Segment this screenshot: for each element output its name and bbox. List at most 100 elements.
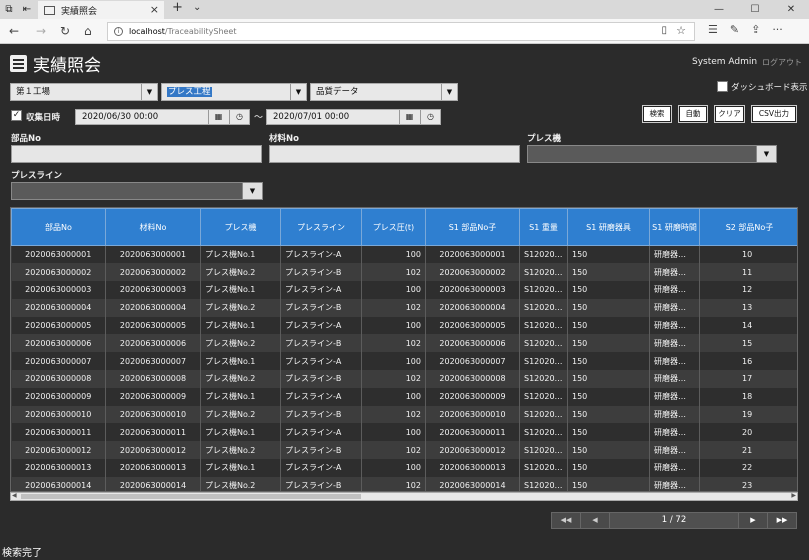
forward-icon[interactable]: → [36, 24, 46, 38]
table-cell: 150 [567, 370, 650, 388]
table-cell: 2020063000010 [11, 405, 106, 424]
chevron-down-icon[interactable]: ⌄ [193, 2, 201, 13]
url-input[interactable]: i localhost/TraceabilitySheet ▯ ☆ [107, 22, 695, 41]
table-row[interactable]: 2020063000001 2020063000001 プレス機No.1 プレスライン… [11, 245, 797, 264]
share-icon[interactable]: ⇪ [751, 23, 760, 36]
table-cell: 研磨器… [649, 334, 700, 353]
column-header[interactable]: 部品No [11, 208, 106, 246]
scroll-left-icon[interactable]: ◀ [12, 492, 17, 499]
more-icon[interactable]: ··· [772, 23, 783, 36]
table-cell: プレスライン-B [280, 263, 362, 282]
horizontal-scrollbar[interactable]: ◀ ▶ [10, 492, 798, 501]
calendar-icon[interactable]: ▦ [399, 110, 419, 124]
column-header[interactable]: S2 部品No子 [699, 208, 797, 246]
table-cell: 19 [699, 405, 797, 424]
table-cell: 150 [567, 459, 650, 477]
table-cell: プレス機No.2 [200, 405, 281, 424]
table-cell: 2020063000008 [425, 370, 520, 388]
column-header[interactable]: S1 研磨時間 [649, 208, 700, 246]
table-cell: プレス機No.2 [200, 476, 281, 491]
table-row[interactable]: 2020063000005 2020063000005 プレス機No.1 プレスライン… [11, 316, 797, 335]
maximize-icon[interactable]: ☐ [737, 0, 773, 19]
column-header[interactable]: プレスライン [280, 208, 362, 246]
process-select[interactable]: プレス工程 ▼ [161, 83, 307, 101]
table-row[interactable]: 2020063000002 2020063000002 プレス機No.2 プレスライン… [11, 263, 797, 282]
first-page-icon[interactable]: ◀◀ [552, 513, 581, 528]
table-cell: 研磨器… [649, 352, 700, 371]
close-tab-icon[interactable]: × [150, 3, 159, 16]
table-row[interactable]: 2020063000003 2020063000003 プレス機No.1 プレスライン… [11, 281, 797, 299]
table-row[interactable]: 2020063000009 2020063000009 プレス機No.1 プレスライン… [11, 387, 797, 406]
back-icon[interactable]: ← [9, 24, 19, 38]
refresh-icon[interactable]: ↻ [60, 24, 70, 38]
part-no-input[interactable] [11, 145, 262, 163]
press-line-label: プレスライン [11, 171, 63, 181]
column-header[interactable]: S1 部品No子 [425, 208, 520, 246]
table-cell: 2020063000006 [11, 334, 106, 353]
tab-aside-icon[interactable]: ⇤ [18, 0, 36, 19]
table-row[interactable]: 2020063000006 2020063000006 プレス機No.2 プレスライン… [11, 334, 797, 353]
table-cell: 102 [361, 263, 426, 282]
next-page-icon[interactable]: ▶ [738, 513, 767, 528]
calendar-icon[interactable]: ▦ [208, 110, 228, 124]
favorite-star-icon[interactable]: ☆ [676, 24, 686, 37]
auto-button[interactable]: 自動 [679, 106, 707, 122]
table-row[interactable]: 2020063000013 2020063000013 プレス機No.1 プレスライン… [11, 459, 797, 477]
table-cell: 20 [699, 423, 797, 442]
dashboard-checkbox[interactable] [717, 81, 728, 92]
table-row[interactable]: 2020063000011 2020063000011 プレス機No.1 プレスライン… [11, 423, 797, 442]
table-cell: 研磨器… [649, 316, 700, 335]
favorites-list-icon[interactable]: ☰ [708, 23, 718, 36]
menu-icon[interactable] [10, 55, 27, 72]
clear-button[interactable]: クリア [715, 106, 744, 122]
column-header[interactable]: プレス圧(t) [361, 208, 426, 246]
material-no-input[interactable] [269, 145, 520, 163]
minimize-icon[interactable]: — [701, 0, 737, 19]
notes-pen-icon[interactable]: ✎ [730, 23, 739, 36]
last-page-icon[interactable]: ▶▶ [767, 513, 796, 528]
table-cell: 150 [567, 423, 650, 442]
column-header[interactable]: 材料No [105, 208, 201, 246]
table-cell: 2020063000001 [105, 245, 201, 264]
date-to-input[interactable]: 2020/07/01 00:00 ▦ ◷ [266, 109, 441, 125]
table-row[interactable]: 2020063000010 2020063000010 プレス機No.2 プレスライン… [11, 405, 797, 424]
scrollbar-thumb[interactable] [21, 494, 361, 499]
table-row[interactable]: 2020063000008 2020063000008 プレス機No.2 プレスライン… [11, 370, 797, 388]
table-row[interactable]: 2020063000007 2020063000007 プレス機No.1 プレスライン… [11, 352, 797, 371]
search-button[interactable]: 検索 [643, 106, 671, 122]
reading-view-icon[interactable]: ▯ [661, 25, 667, 36]
column-header[interactable]: S1 重量 [519, 208, 568, 246]
logout-link[interactable]: ログアウト [762, 57, 802, 68]
browser-tab-bar: ⧉ ⇤ 実績照会 × + ⌄ — ☐ ✕ [0, 0, 809, 19]
collect-date-checkbox[interactable]: ✓ [11, 110, 22, 121]
info-icon[interactable]: i [114, 27, 123, 36]
date-from-input[interactable]: 2020/06/30 00:00 ▦ ◷ [75, 109, 250, 125]
table-cell: 2020063000008 [11, 370, 106, 388]
home-icon[interactable]: ⌂ [84, 24, 92, 38]
press-line-select[interactable]: ▼ [11, 182, 263, 200]
factory-value: 第１工場 [16, 87, 51, 97]
table-row[interactable]: 2020063000012 2020063000012 プレス機No.2 プレスライン… [11, 441, 797, 460]
clock-icon[interactable]: ◷ [229, 110, 249, 124]
scroll-right-icon[interactable]: ▶ [791, 492, 796, 499]
datatype-select[interactable]: 品質データ ▼ [310, 83, 458, 101]
column-header[interactable]: プレス機 [200, 208, 281, 246]
table-cell: S12020… [519, 298, 568, 317]
table-row[interactable]: 2020063000014 2020063000014 プレス機No.2 プレスライン… [11, 476, 797, 491]
prev-page-icon[interactable]: ◀ [581, 513, 610, 528]
column-header[interactable]: S1 研磨器具 [567, 208, 650, 246]
url-host: localhost [129, 27, 165, 36]
browser-tab[interactable]: 実績照会 × [38, 1, 164, 19]
table-cell: プレスライン-B [280, 370, 362, 388]
factory-select[interactable]: 第１工場 ▼ [10, 83, 158, 101]
new-tab-icon[interactable]: + [172, 0, 183, 15]
close-window-icon[interactable]: ✕ [773, 0, 809, 19]
table-cell: 102 [361, 334, 426, 353]
tab-actions-icon[interactable]: ⧉ [0, 0, 18, 19]
table-cell: プレスライン-A [280, 352, 362, 371]
csv-export-button[interactable]: CSV出力 [752, 106, 796, 122]
clock-icon[interactable]: ◷ [420, 110, 440, 124]
press-machine-select[interactable]: ▼ [527, 145, 777, 163]
table-row[interactable]: 2020063000004 2020063000004 プレス機No.2 プレスライン… [11, 298, 797, 317]
table-cell: 2020063000013 [105, 459, 201, 477]
